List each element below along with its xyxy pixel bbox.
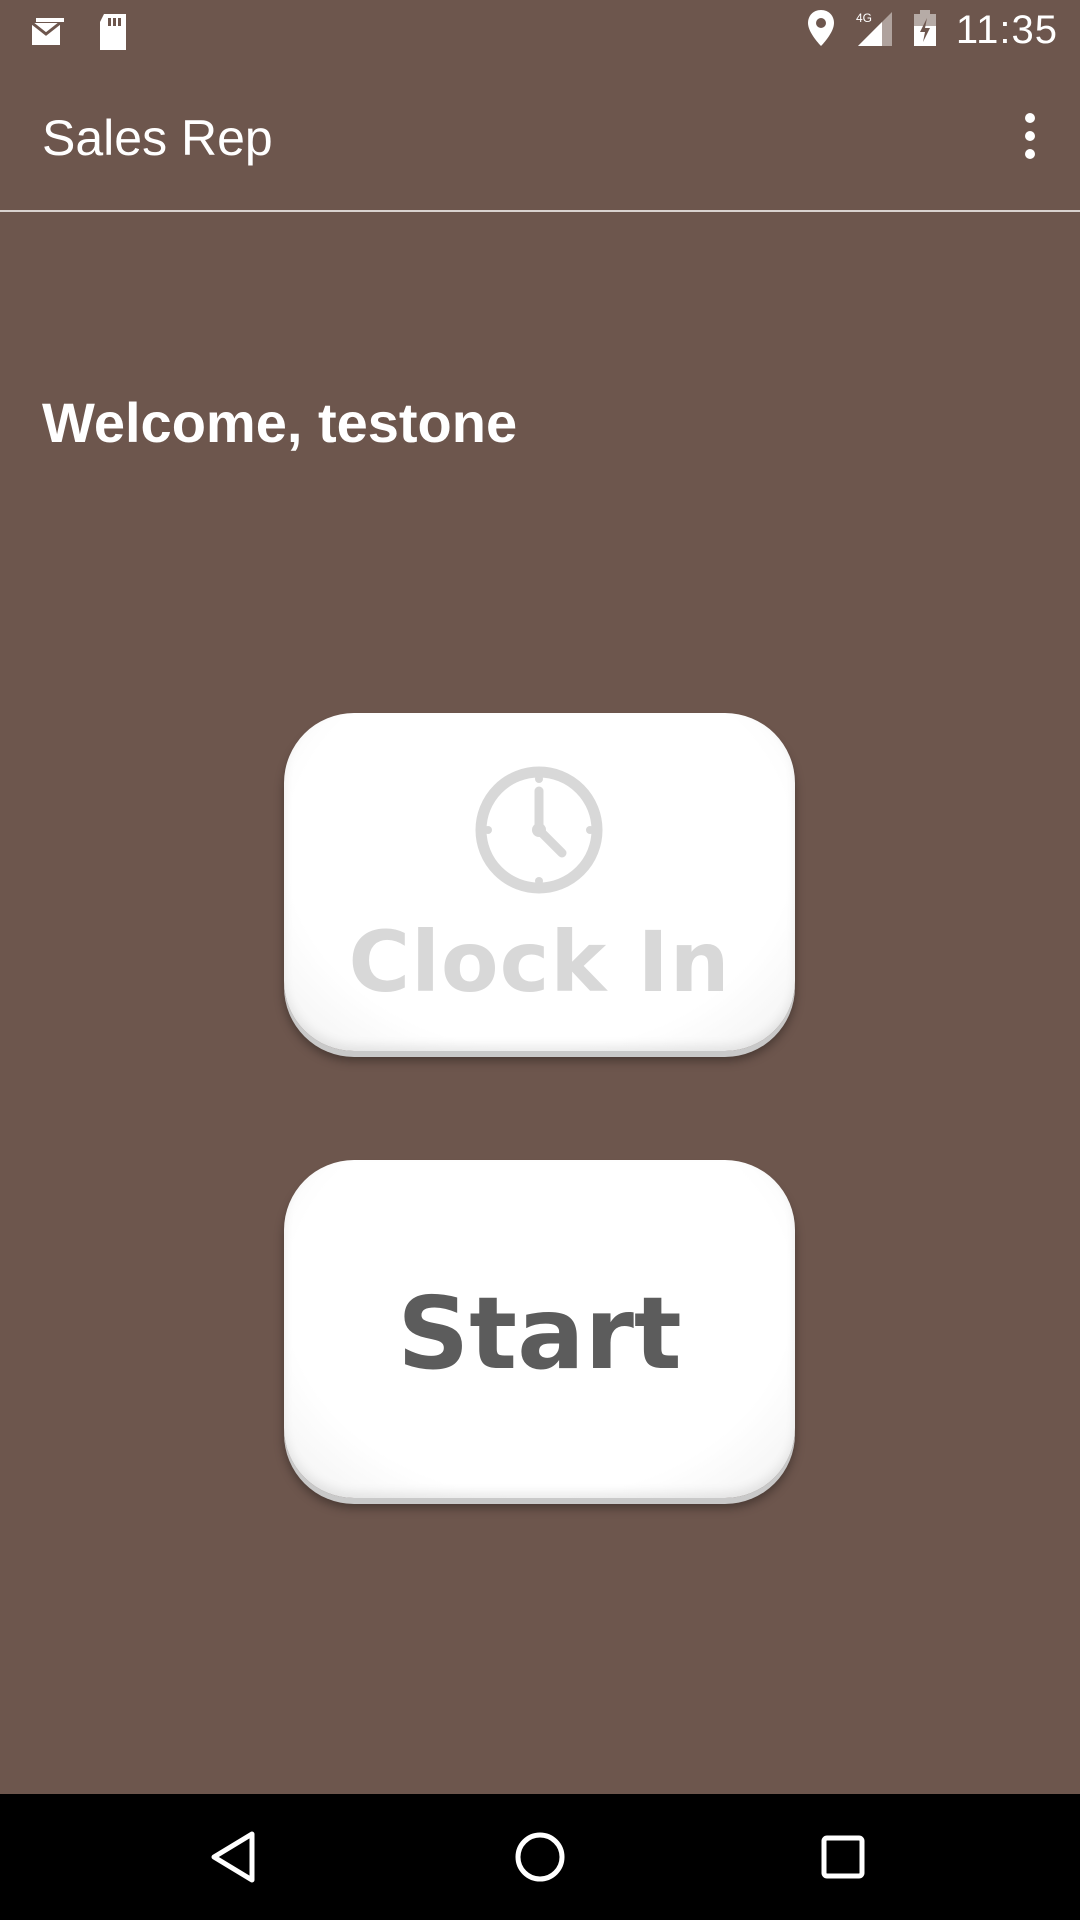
recents-button[interactable]: [808, 1822, 878, 1892]
location-icon: [806, 8, 836, 53]
overflow-menu-button[interactable]: [1000, 101, 1060, 171]
home-icon: [515, 1832, 565, 1882]
app-bar: Sales Rep: [0, 63, 1080, 212]
clock-icon: [475, 766, 603, 894]
status-bar-left: [30, 12, 130, 57]
home-button[interactable]: [505, 1822, 575, 1892]
status-bar-right: 4G 11:35: [806, 8, 1058, 53]
clock-in-label: Clock In: [348, 913, 731, 1011]
cellular-signal-icon: 4G: [854, 8, 894, 53]
navigation-bar: [0, 1794, 1080, 1920]
start-button[interactable]: Start: [284, 1160, 795, 1498]
sd-card-icon: [96, 12, 130, 57]
app-title: Sales Rep: [42, 110, 273, 166]
clock-in-button[interactable]: Clock In: [284, 713, 795, 1051]
svg-text:4G: 4G: [856, 11, 872, 25]
status-bar: 4G 11:35: [0, 0, 1080, 63]
overflow-menu-dot: [1025, 131, 1035, 141]
back-button[interactable]: [200, 1822, 270, 1892]
back-icon: [211, 1831, 255, 1883]
overflow-menu-dot: [1025, 149, 1035, 159]
welcome-message: Welcome, testone: [42, 391, 518, 454]
message-notification-icon: [30, 14, 66, 55]
start-label: Start: [397, 1275, 682, 1392]
clock-time: 11:35: [955, 8, 1058, 52]
recents-icon: [821, 1835, 865, 1879]
battery-charging-icon: [912, 8, 938, 53]
overflow-menu-icon: [1025, 113, 1035, 123]
